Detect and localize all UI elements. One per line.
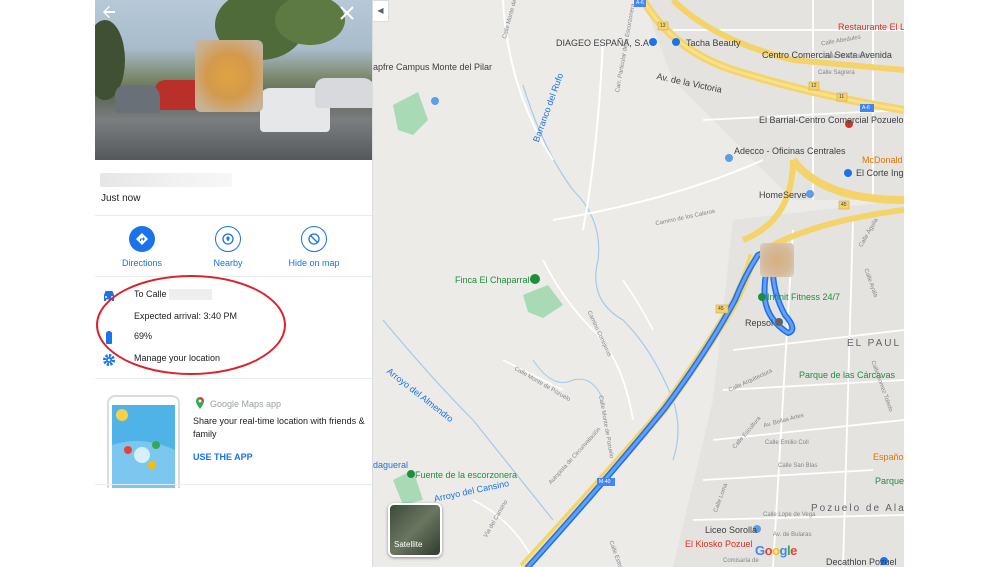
promo-app-title: Google Maps app [195, 397, 281, 409]
map-label-mcdonalds[interactable]: McDonald [862, 155, 903, 165]
map-base [382, 0, 904, 567]
directions-icon [136, 233, 148, 245]
map-label-liceo[interactable]: Liceo Sorolla [705, 525, 757, 535]
map-label-corte-ingles[interactable]: El Corte Inglé [856, 168, 904, 178]
exit-shield: 13 [660, 23, 666, 29]
manage-location-row[interactable]: Manage your location [95, 350, 372, 370]
map-label-repsol[interactable]: Repsol [745, 318, 773, 328]
map-label-campus[interactable]: apfre Campus Monte del Pilar [373, 62, 492, 73]
map-label-tacha[interactable]: Tacha Beauty [686, 38, 741, 48]
directions-button[interactable]: Directions [107, 226, 177, 268]
exit-shield: 45 [841, 202, 847, 208]
map-label-adecco[interactable]: Adecco - Oficinas Centrales [734, 146, 846, 157]
street-label: Calle San Blas [778, 463, 818, 469]
promo-app-name: Google Maps app [210, 399, 282, 409]
map-label-pozuelo: Pozuelo de Alarcón [811, 503, 904, 514]
location-photo [95, 0, 372, 160]
shared-person-avatar [195, 40, 263, 112]
destination-text: To Calle [134, 289, 167, 299]
google-maps-icon [196, 397, 204, 409]
back-arrow-icon[interactable] [97, 2, 121, 26]
exit-shield: 11 [839, 94, 845, 100]
map-label-dagueral: dagueral [373, 460, 409, 470]
map-label-kiosko[interactable]: El Kiosko Pozuel [685, 539, 753, 549]
map-label-el-paul: EL PAUL [847, 338, 902, 349]
arrival-row: Expected arrival: 3:40 PM [95, 308, 372, 328]
battery-icon [106, 331, 112, 344]
destination-street-blurred [168, 289, 212, 301]
hide-on-map-button[interactable]: Hide on map [279, 226, 349, 268]
map-label-restaurante[interactable]: Restaurante El L [838, 22, 904, 32]
street-label: Av. de Bularas [773, 532, 812, 538]
divider [95, 484, 372, 485]
divider [95, 378, 372, 379]
nearby-icon [222, 233, 234, 245]
chevron-left-icon: ◀ [377, 6, 384, 15]
street-label: Calle Sagrera [818, 70, 855, 76]
map-label-comisaria: Comisaría de [723, 558, 759, 564]
street-label: Calle Emilio Coll [765, 440, 809, 446]
map-label-espanola[interactable]: Español [873, 452, 904, 462]
car-icon [104, 291, 114, 301]
road-shield-a6: A-6 [636, 0, 644, 6]
shared-person-name [100, 173, 232, 187]
destination-row: To Calle [95, 286, 372, 306]
manage-location-text: Manage your location [134, 353, 221, 363]
exit-shield: 12 [811, 83, 817, 89]
divider [95, 276, 372, 277]
map-label-decathlon[interactable]: Decathlon Pozuel [826, 557, 897, 567]
phone-illustration [107, 395, 180, 488]
collapse-panel-button[interactable]: ◀ [373, 0, 389, 22]
map-label-finca[interactable]: Finca El Chaparral [455, 275, 530, 285]
battery-row: 69% [95, 328, 372, 348]
last-updated-text: Just now [101, 193, 141, 204]
gear-icon [103, 354, 115, 366]
street-label: Calle Amorebieta [823, 54, 869, 60]
nearby-button[interactable]: Nearby [193, 226, 263, 268]
arrival-time-text: Expected arrival: 3:40 PM [134, 311, 238, 321]
hide-location-icon [308, 233, 320, 245]
map-canvas[interactable]: DIAGEO ESPAÑA, S.A Tacha Beauty Centro C… [373, 0, 904, 567]
road-shield-m40: M-40 [599, 479, 611, 485]
location-sharing-panel: Just now Directions Nearby Hide on map T… [95, 0, 373, 567]
map-label-parque-t[interactable]: Parque de T [875, 476, 904, 487]
promo-description: Share your real-time location with frien… [193, 416, 365, 439]
exit-shield: 45 [718, 306, 724, 312]
map-label-el-barrial[interactable]: El Barrial-Centro Comercial Pozuelo [759, 115, 904, 126]
satellite-label: Satellite [394, 540, 423, 549]
map-label-infinit[interactable]: Infinit Fitness 24/7 [767, 292, 840, 302]
close-icon[interactable] [335, 2, 359, 26]
divider [95, 215, 372, 216]
map-label-diageo[interactable]: DIAGEO ESPAÑA, S.A [556, 38, 649, 48]
battery-level-text: 69% [134, 331, 153, 341]
street-label: Calle Lope de Vega [763, 512, 816, 518]
hide-on-map-label: Hide on map [288, 258, 340, 268]
google-logo: Google [755, 543, 797, 558]
use-the-app-link[interactable]: USE THE APP [193, 452, 253, 462]
map-label-homeserve[interactable]: HomeServe [759, 190, 807, 200]
road-shield-a6: A-6 [862, 105, 870, 111]
destination-marker-blurred [760, 243, 794, 277]
nearby-label: Nearby [213, 258, 243, 268]
map-label-parque-carcavas[interactable]: Parque de las Cárcavas [799, 370, 895, 381]
map-label-centro-comercial[interactable]: Centro Comercial Sexta Avenida [762, 50, 892, 61]
satellite-toggle[interactable]: Satellite [388, 503, 442, 557]
directions-label: Directions [121, 258, 162, 268]
